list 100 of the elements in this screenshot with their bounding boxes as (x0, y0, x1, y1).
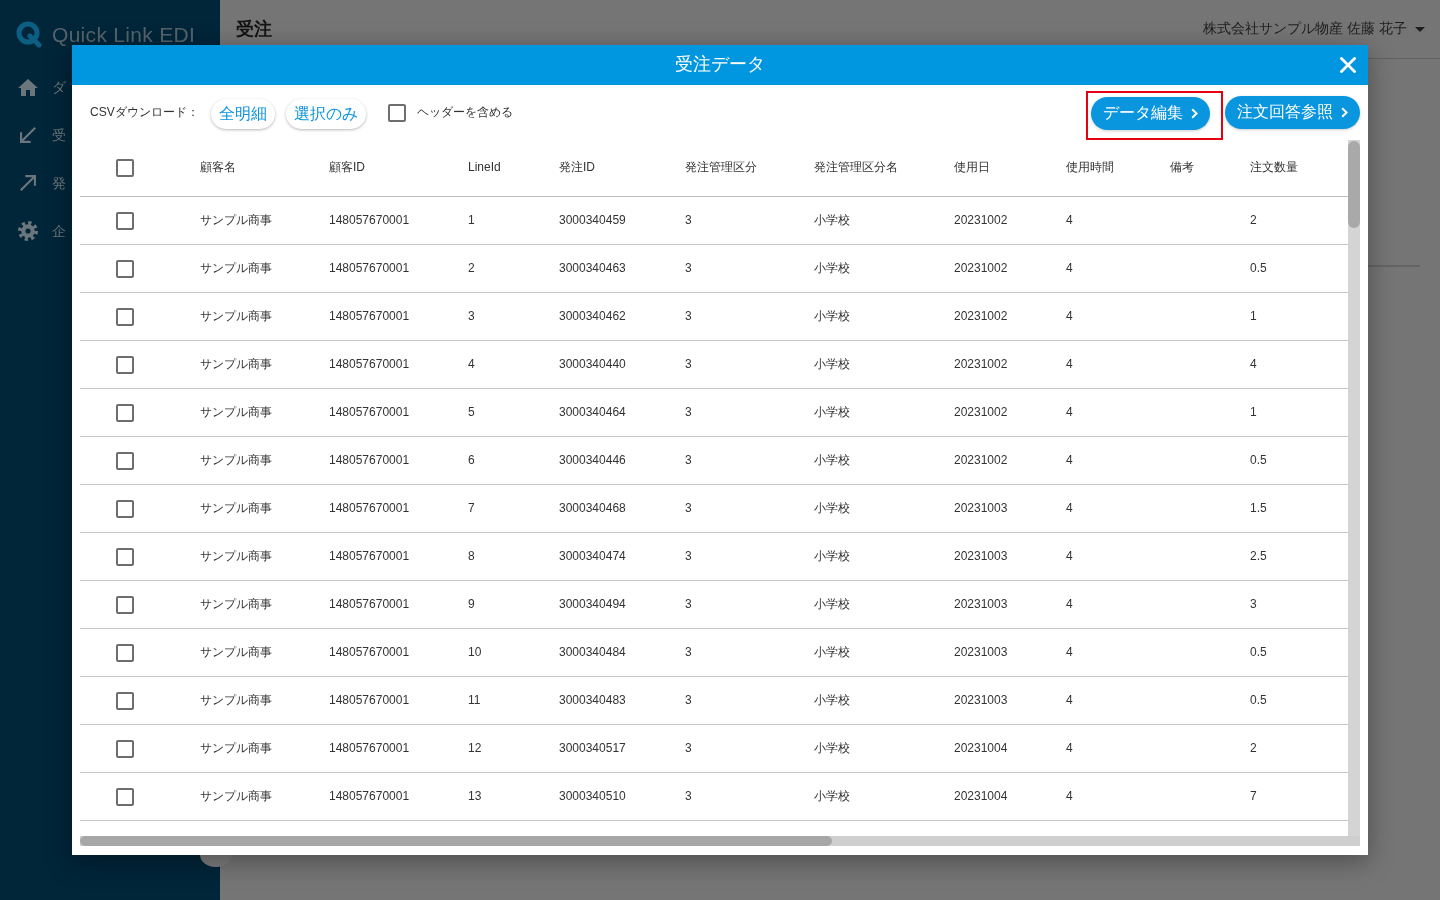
table-cell: 3 (685, 356, 692, 373)
table-cell: 3 (685, 260, 692, 277)
table-cell: 4 (468, 356, 475, 373)
table-cell: 3000340494 (559, 596, 626, 613)
home-icon[interactable] (18, 78, 38, 96)
nav-link[interactable]: 企 (52, 222, 66, 240)
table-cell: 20231004 (954, 740, 1008, 757)
download-button[interactable]: 全明細 (210, 99, 275, 129)
table-cell: 20231004 (954, 788, 1008, 805)
table-cell: 20231002 (954, 404, 1008, 421)
table-cell: 小学校 (814, 740, 850, 757)
scrollbar-thumb[interactable] (80, 836, 832, 846)
table-cell: 9 (468, 596, 475, 613)
checkbox[interactable] (116, 259, 134, 278)
table-cell: 4 (1066, 740, 1073, 757)
table-cell: 13 (468, 788, 482, 805)
table-cell: 3 (685, 308, 692, 325)
table-cell: 148057670001 (329, 740, 410, 757)
checkbox[interactable] (116, 691, 134, 710)
checkbox[interactable] (116, 159, 134, 177)
table-cell: サンプル商事 (200, 452, 272, 469)
column-header: 発注管理区分名 (814, 160, 898, 176)
table-cell: 3000340446 (559, 452, 626, 469)
table-cell: 0.5 (1250, 452, 1267, 469)
checkbox[interactable] (116, 595, 134, 614)
table-cell: 4 (1066, 788, 1073, 805)
table-cell: 20231002 (954, 356, 1008, 373)
table-cell: 3000340463 (559, 260, 626, 277)
table-cell: サンプル商事 (200, 356, 272, 373)
table-cell: 20231002 (954, 212, 1008, 229)
table-cell: 2 (1250, 740, 1257, 757)
scrollbar-thumb[interactable] (1348, 141, 1360, 228)
horizontal-scrollbar[interactable] (80, 836, 1360, 846)
nav-link[interactable]: 受 (52, 126, 66, 144)
table-cell: 小学校 (814, 644, 850, 661)
table-cell: 148057670001 (329, 692, 410, 709)
table-cell: 6 (468, 452, 475, 469)
table-cell: 小学校 (814, 452, 850, 469)
table-cell: 20231003 (954, 596, 1008, 613)
checkbox[interactable] (116, 211, 134, 230)
gear-icon[interactable] (18, 221, 38, 241)
table-cell: サンプル商事 (200, 404, 272, 421)
table-cell: 小学校 (814, 356, 850, 373)
table-cell: 148057670001 (329, 308, 410, 325)
checkbox[interactable] (116, 355, 134, 374)
table-cell: 1 (1250, 308, 1257, 325)
table-cell: 7 (1250, 788, 1257, 805)
table-cell: 20231003 (954, 692, 1008, 709)
vertical-scrollbar[interactable] (1348, 140, 1360, 836)
table-cell: 1 (1250, 404, 1257, 421)
table-cell: サンプル商事 (200, 692, 272, 709)
caret-down-icon[interactable] (1415, 26, 1425, 32)
table-cell: 4 (1066, 644, 1073, 661)
table-cell: 1 (468, 212, 475, 229)
table-cell: 3000340462 (559, 308, 626, 325)
table-cell: 3 (685, 788, 692, 805)
column-header: 使用日 (954, 160, 990, 176)
column-header: 備考 (1170, 160, 1194, 176)
table-cell: 10 (468, 644, 482, 661)
checkbox[interactable] (116, 739, 134, 758)
page-title: 受注 (236, 18, 272, 41)
table-cell: 148057670001 (329, 644, 410, 661)
table-cell: 20231002 (954, 260, 1008, 277)
dialog-title: 受注データ (675, 54, 765, 76)
table-cell: 小学校 (814, 260, 850, 277)
table-cell: 4 (1066, 356, 1073, 373)
arrow-down-left-icon[interactable] (20, 127, 36, 143)
nav-link[interactable]: ダ (52, 78, 66, 96)
checkbox[interactable] (116, 499, 134, 518)
table-cell: 4 (1066, 548, 1073, 565)
checkbox[interactable] (387, 103, 406, 122)
table-cell: 148057670001 (329, 548, 410, 565)
table-cell: 20231003 (954, 548, 1008, 565)
table-cell: サンプル商事 (200, 788, 272, 805)
action-button[interactable]: 注文回答参照 (1225, 96, 1360, 129)
checkbox[interactable] (116, 307, 134, 326)
logo-text: Quick Link EDI (52, 23, 196, 45)
table-cell: 2 (1250, 212, 1257, 229)
table-cell: 4 (1066, 500, 1073, 517)
checkbox[interactable] (116, 787, 134, 806)
checkbox[interactable] (116, 451, 134, 470)
table-cell: 3000340474 (559, 548, 626, 565)
table-cell: 小学校 (814, 308, 850, 325)
table-cell: 4 (1066, 308, 1073, 325)
checkbox[interactable] (116, 643, 134, 662)
action-button[interactable]: データ編集 (1091, 97, 1210, 130)
user-menu[interactable]: 株式会社サンプル物産 佐藤 花子 (1203, 20, 1407, 38)
checkbox-label: ヘッダーを含める (416, 104, 513, 121)
column-header: LineId (468, 160, 501, 176)
close-button[interactable] (1340, 57, 1356, 73)
checkbox[interactable] (116, 547, 134, 566)
table-cell: 148057670001 (329, 452, 410, 469)
arrow-up-right-icon[interactable] (20, 175, 36, 191)
checkbox[interactable] (116, 403, 134, 422)
nav-link[interactable]: 発 (52, 174, 66, 192)
table-cell: 3000340483 (559, 692, 626, 709)
table-cell: 3000340510 (559, 788, 626, 805)
table-cell: 4 (1066, 692, 1073, 709)
download-button[interactable]: 選択のみ (285, 99, 366, 129)
table-cell: 2 (468, 260, 475, 277)
